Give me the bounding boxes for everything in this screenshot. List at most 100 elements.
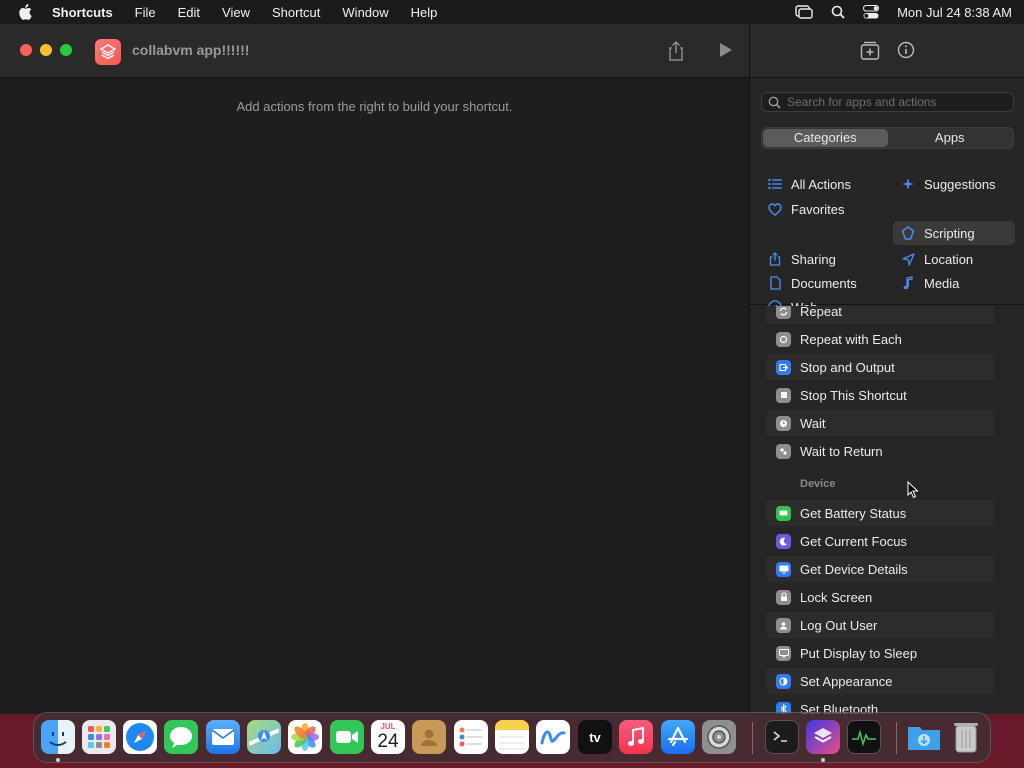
section-header-device: Device (800, 478, 836, 490)
action-get-device-details[interactable]: Get Device Details (766, 556, 994, 582)
action-repeat-with-each[interactable]: Repeat with Each (766, 326, 994, 352)
category-label: Suggestions (924, 176, 996, 192)
display-sleep-icon (776, 645, 791, 661)
play-icon (720, 43, 732, 57)
menu-view[interactable]: View (222, 5, 250, 20)
calendar-day: 24 (377, 731, 399, 752)
category-label: Sharing (791, 251, 836, 267)
menu-shortcut[interactable]: Shortcut (272, 5, 320, 20)
category-location[interactable]: Location (893, 247, 1015, 271)
menu-help[interactable]: Help (411, 5, 438, 20)
action-set-appearance[interactable]: Set Appearance (766, 668, 994, 694)
search-icon[interactable] (831, 5, 845, 19)
category-label: Favorites (791, 201, 845, 217)
category-media[interactable]: Media (893, 271, 1015, 295)
action-label: Stop and Output (800, 359, 895, 375)
action-label: Repeat with Each (800, 331, 902, 347)
action-label: Log Out User (800, 617, 878, 633)
action-get-current-focus[interactable]: Get Current Focus (766, 528, 994, 554)
action-library-button[interactable] (858, 40, 882, 67)
minimize-window-button[interactable] (40, 44, 52, 56)
scripting-icon (901, 226, 915, 240)
facetime-icon[interactable] (330, 720, 364, 754)
search-icon (768, 96, 781, 109)
action-wait-to-return[interactable]: Wait to Return (766, 438, 994, 464)
window-controls (20, 44, 72, 56)
action-wait[interactable]: Wait (766, 410, 994, 436)
category-documents[interactable]: Documents (760, 271, 880, 295)
menu-file[interactable]: File (135, 5, 156, 20)
menubar-clock[interactable]: Mon Jul 24 8:38 AM (897, 5, 1012, 20)
action-stop-this-shortcut[interactable]: Stop This Shortcut (766, 382, 994, 408)
screen-mirroring-icon[interactable] (795, 5, 813, 19)
stop-icon (776, 387, 791, 403)
action-list-scrollbar[interactable] (1010, 306, 1023, 714)
photos-icon[interactable] (288, 720, 322, 754)
close-window-button[interactable] (20, 44, 32, 56)
activity-monitor-icon[interactable] (847, 720, 881, 754)
action-label: Get Current Focus (800, 533, 907, 549)
shortcut-title[interactable]: collabvm app!!!!!! (132, 42, 249, 58)
running-indicator (56, 758, 60, 762)
category-favorites[interactable]: Favorites (760, 197, 880, 221)
menu-edit[interactable]: Edit (178, 5, 200, 20)
action-log-out-user[interactable]: Log Out User (766, 612, 994, 638)
shortcuts-window: collabvm app!!!!!! Add actions from the … (0, 24, 1024, 714)
contacts-icon[interactable] (412, 720, 446, 754)
safari-icon[interactable] (123, 720, 157, 754)
action-put-display-to-sleep[interactable]: Put Display to Sleep (766, 640, 994, 666)
app-store-icon[interactable] (661, 720, 695, 754)
calendar-icon[interactable]: JUL 24 (371, 720, 405, 754)
zoom-window-button[interactable] (60, 44, 72, 56)
music-icon[interactable] (619, 720, 653, 754)
action-label: Get Device Details (800, 561, 908, 577)
run-button[interactable] (718, 41, 734, 64)
shortcut-editor[interactable]: Add actions from the right to build your… (0, 79, 749, 714)
tv-label: tv (589, 729, 601, 745)
category-all-actions[interactable]: All Actions (760, 172, 880, 196)
action-search-input[interactable] (787, 95, 1007, 109)
action-lock-screen[interactable]: Lock Screen (766, 584, 994, 610)
category-sharing[interactable]: Sharing (760, 247, 880, 271)
category-label: All Actions (791, 176, 851, 192)
stop-output-icon (776, 359, 791, 375)
wait-return-icon (776, 443, 791, 459)
terminal-icon[interactable] (765, 720, 799, 754)
share-button[interactable] (666, 40, 686, 67)
action-repeat[interactable]: Repeat (766, 306, 994, 324)
finder-icon[interactable] (41, 720, 75, 754)
action-search-field[interactable] (761, 92, 1014, 112)
menu-window[interactable]: Window (342, 5, 388, 20)
action-label: Put Display to Sleep (800, 645, 918, 661)
trash-icon[interactable] (949, 720, 983, 754)
location-arrow-icon (901, 252, 915, 266)
menu-app-shortcuts[interactable]: Shortcuts (52, 5, 113, 20)
category-scripting[interactable]: Scripting (893, 221, 1015, 245)
tab-apps[interactable]: Apps (888, 129, 1013, 147)
category-suggestions[interactable]: Suggestions (893, 172, 1015, 196)
system-settings-icon[interactable] (702, 720, 736, 754)
action-list[interactable]: Repeat Repeat with Each Stop and Output … (750, 306, 1024, 714)
apple-icon[interactable] (18, 4, 32, 20)
freeform-icon[interactable] (536, 720, 570, 754)
running-indicator (821, 758, 825, 762)
shortcuts-icon[interactable] (806, 720, 840, 754)
messages-icon[interactable] (164, 720, 198, 754)
apple-tv-icon[interactable]: tv (578, 720, 612, 754)
mail-icon[interactable] (206, 720, 240, 754)
control-center-icon[interactable] (863, 5, 880, 19)
action-stop-and-output[interactable]: Stop and Output (766, 354, 994, 380)
share-icon (669, 40, 683, 61)
notes-icon[interactable] (495, 720, 529, 754)
launchpad-icon[interactable] (82, 720, 116, 754)
dock-separator (896, 722, 897, 754)
downloads-folder-icon[interactable] (907, 720, 941, 754)
shortcut-details-button[interactable] (897, 41, 915, 64)
shortcut-icon[interactable] (95, 39, 121, 65)
action-label: Lock Screen (800, 589, 873, 605)
action-label: Wait (800, 415, 826, 431)
tab-categories[interactable]: Categories (763, 129, 888, 147)
maps-icon[interactable] (247, 720, 281, 754)
action-get-battery-status[interactable]: Get Battery Status (766, 500, 994, 526)
reminders-icon[interactable] (454, 720, 488, 754)
